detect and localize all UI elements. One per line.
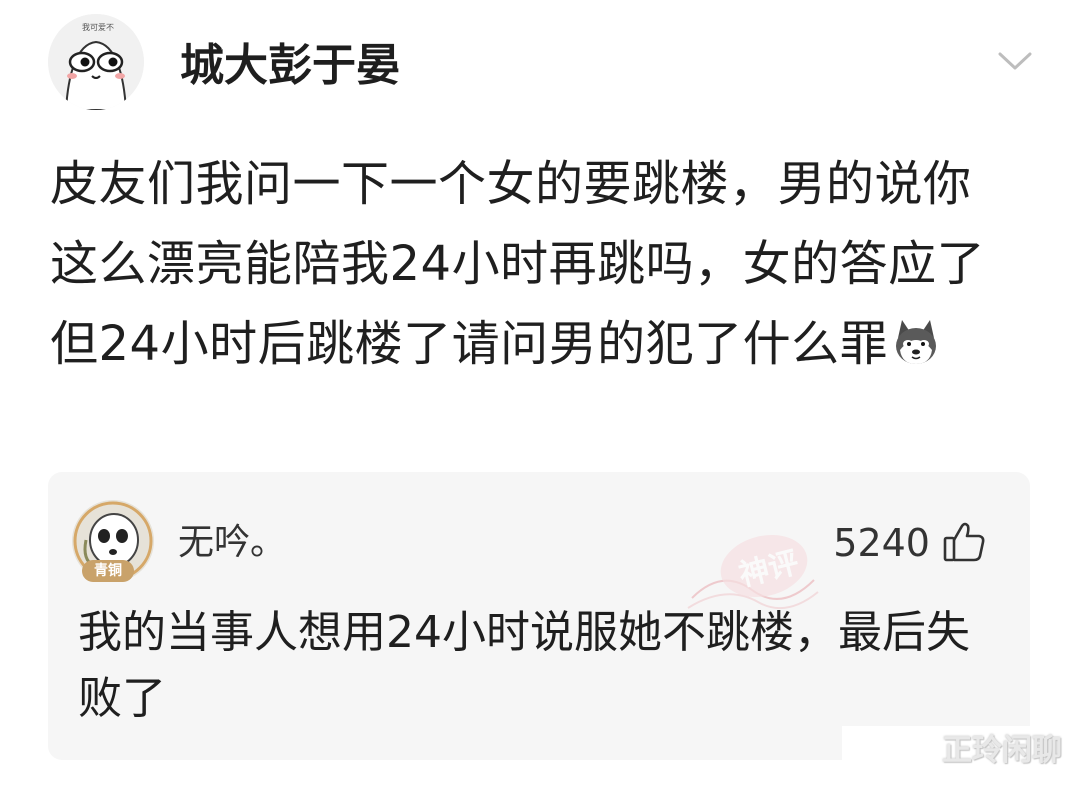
chevron-down-icon[interactable] bbox=[996, 46, 1034, 76]
avatar-caption: 我可爱不 bbox=[82, 23, 114, 32]
author-avatar[interactable]: 我可爱不 bbox=[48, 14, 144, 110]
husky-dog-emoji-icon bbox=[896, 320, 937, 364]
post-text: 皮友们我问一下一个女的要跳楼，男的说你这么漂亮能陪我24小时再跳吗，女的答应了但… bbox=[50, 144, 1010, 384]
watermark-text: 正玲闲聊 bbox=[842, 726, 1080, 785]
commenter-name[interactable]: 无吟。 bbox=[178, 520, 286, 566]
rank-badge: 青铜 bbox=[82, 560, 134, 582]
thumbs-up-icon[interactable] bbox=[942, 520, 986, 564]
like-count: 5240 bbox=[833, 521, 930, 565]
comment-text: 我的当事人想用24小时说服她不跳楼，最后失败了 bbox=[78, 607, 970, 724]
post-text-content: 皮友们我问一下一个女的要跳楼，男的说你这么漂亮能陪我24小时再跳吗，女的答应了但… bbox=[50, 156, 986, 372]
author-name[interactable]: 城大彭于晏 bbox=[180, 38, 400, 94]
hot-comment-card[interactable]: 青铜 无吟。 神评 5240 我的当事人想用24小时说服她不跳楼，最后失败了 bbox=[48, 472, 1030, 760]
